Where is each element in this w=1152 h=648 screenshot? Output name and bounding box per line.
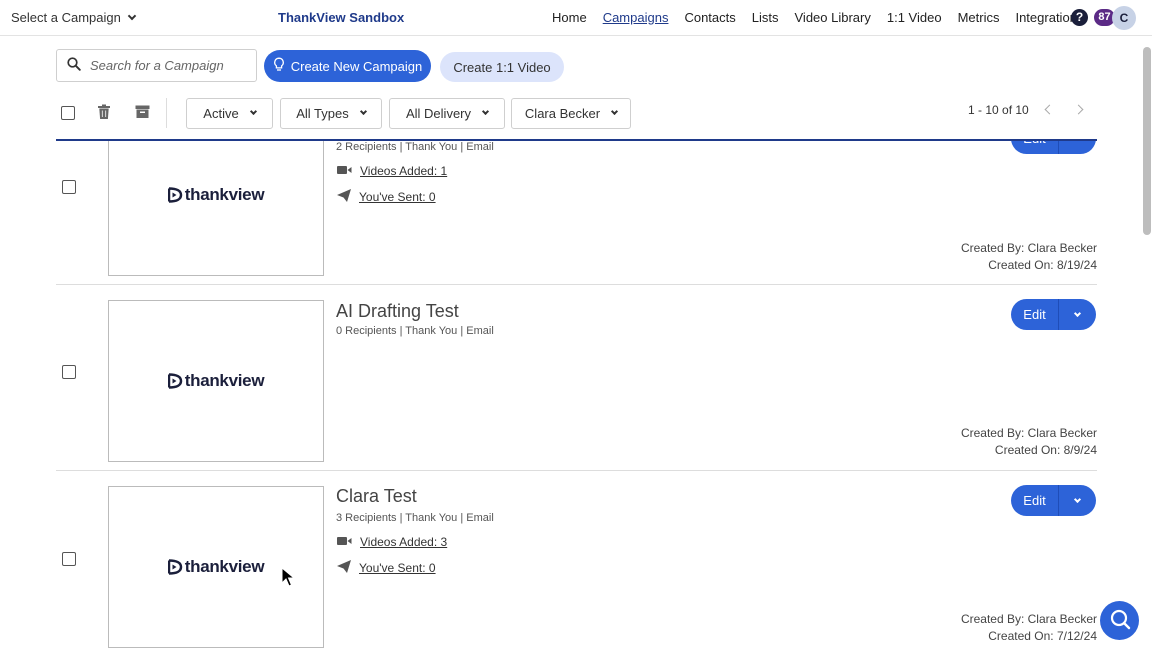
sent-stat: You've Sent: 0 xyxy=(337,189,436,205)
logo-text: thankview xyxy=(184,557,265,576)
top-navigation: Select a Campaign ThankView Sandbox Home… xyxy=(0,0,1152,36)
chevron-down-icon xyxy=(481,107,490,116)
nav-video-library[interactable]: Video Library xyxy=(795,10,871,25)
support-chat-button[interactable] xyxy=(1100,601,1139,640)
created-on: Created On: 7/12/24 xyxy=(988,629,1097,643)
nav-one-to-one-video[interactable]: 1:1 Video xyxy=(887,10,942,25)
edit-dropdown-button[interactable] xyxy=(1059,485,1096,516)
edit-dropdown-button[interactable] xyxy=(1059,141,1096,154)
search-field[interactable] xyxy=(56,49,257,82)
campaign-row: thankview AI Drafting Test 0 Recipients … xyxy=(56,285,1097,471)
pagination-count: 1 - 10 of 10 xyxy=(968,103,1029,117)
campaign-list: Edit thankview 2 Recipients | Thank You … xyxy=(56,141,1097,648)
created-by: Created By: Clara Becker xyxy=(960,241,1097,255)
created-by: Created By: Clara Becker xyxy=(960,612,1097,626)
owner-filter[interactable]: Clara Becker xyxy=(511,98,631,129)
created-info: Created By: Clara Becker Created On: 8/9… xyxy=(961,425,1097,459)
campaign-title[interactable]: AI Drafting Test xyxy=(336,301,459,322)
created-on: Created On: 8/19/24 xyxy=(988,258,1097,272)
campaign-thumbnail[interactable]: thankview xyxy=(108,141,324,276)
nav-metrics[interactable]: Metrics xyxy=(958,10,1000,25)
video-camera-icon xyxy=(337,164,352,178)
main-nav: Home Campaigns Contacts Lists Video Libr… xyxy=(552,10,1083,25)
mouse-cursor-icon xyxy=(281,566,296,590)
row-checkbox[interactable] xyxy=(62,552,76,566)
chat-search-icon xyxy=(1109,608,1131,633)
campaign-selector[interactable]: Select a Campaign xyxy=(11,10,137,25)
row-checkbox[interactable] xyxy=(62,365,76,379)
edit-dropdown-button[interactable] xyxy=(1059,299,1096,330)
thankview-logo: thankview xyxy=(167,371,265,391)
type-filter[interactable]: All Types xyxy=(280,98,382,129)
archive-icon[interactable] xyxy=(135,104,150,122)
chevron-down-icon xyxy=(249,107,257,116)
lightbulb-icon xyxy=(273,57,285,75)
edit-button-group: Edit xyxy=(1011,485,1096,516)
edit-button-group: Edit xyxy=(1011,141,1096,154)
edit-button[interactable]: Edit xyxy=(1011,299,1059,330)
created-info: Created By: Clara Becker Created On: 7/1… xyxy=(961,611,1097,645)
create-one-to-one-video-button[interactable]: Create 1:1 Video xyxy=(440,52,564,82)
videos-added-link[interactable]: Videos Added: 1 xyxy=(360,164,447,178)
create-campaign-label: Create New Campaign xyxy=(290,58,423,74)
page-scrollbar[interactable] xyxy=(1143,47,1151,235)
delivery-filter[interactable]: All Delivery xyxy=(389,98,505,129)
avatar[interactable]: C xyxy=(1112,6,1136,30)
created-by: Created By: Clara Becker xyxy=(960,426,1097,440)
nav-campaigns[interactable]: Campaigns xyxy=(603,10,669,25)
chevron-down-icon xyxy=(611,107,619,116)
sent-link[interactable]: You've Sent: 0 xyxy=(359,561,436,575)
thankview-logo: thankview xyxy=(167,557,265,577)
search-icon xyxy=(67,57,81,74)
sent-stat: You've Sent: 0 xyxy=(337,560,436,576)
video-camera-icon xyxy=(337,535,352,549)
type-filter-label: All Types xyxy=(296,106,349,121)
videos-added-link[interactable]: Videos Added: 3 xyxy=(360,535,447,549)
chevron-down-icon xyxy=(1073,495,1082,503)
owner-filter-label: Clara Becker xyxy=(524,106,601,121)
select-all-checkbox[interactable] xyxy=(61,106,75,120)
next-page-icon[interactable] xyxy=(1073,104,1084,115)
thankview-logo: thankview xyxy=(167,185,265,205)
paper-plane-icon xyxy=(337,560,351,576)
campaign-meta: 3 Recipients | Thank You | Email xyxy=(336,512,494,524)
brand-title[interactable]: ThankView Sandbox xyxy=(278,10,404,25)
sent-link[interactable]: You've Sent: 0 xyxy=(359,190,436,204)
delivery-filter-label: All Delivery xyxy=(405,106,471,121)
chevron-down-icon xyxy=(1073,309,1082,317)
edit-button[interactable]: Edit xyxy=(1011,141,1059,154)
nav-lists[interactable]: Lists xyxy=(752,10,779,25)
trash-icon[interactable] xyxy=(97,104,111,123)
chevron-down-icon xyxy=(359,107,367,116)
edit-button[interactable]: Edit xyxy=(1011,485,1059,516)
campaign-title[interactable]: Clara Test xyxy=(336,486,417,507)
created-info: Created By: Clara Becker Created On: 8/1… xyxy=(961,240,1097,274)
nav-home[interactable]: Home xyxy=(552,10,587,25)
campaign-row: thankview Clara Test 3 Recipients | Than… xyxy=(56,471,1097,648)
help-icon[interactable]: ? xyxy=(1071,9,1088,26)
search-input[interactable] xyxy=(90,58,240,73)
campaign-meta: 2 Recipients | Thank You | Email xyxy=(336,141,494,153)
logo-text: thankview xyxy=(184,185,265,204)
create-campaign-button[interactable]: Create New Campaign xyxy=(264,50,431,82)
campaign-thumbnail[interactable]: thankview xyxy=(108,300,324,462)
videos-added-stat: Videos Added: 3 xyxy=(337,535,447,549)
videos-added-stat: Videos Added: 1 xyxy=(337,164,447,178)
logo-text: thankview xyxy=(184,371,265,390)
paper-plane-icon xyxy=(337,189,351,205)
campaign-meta: 0 Recipients | Thank You | Email xyxy=(336,325,494,337)
row-checkbox[interactable] xyxy=(62,180,76,194)
campaign-row: Edit thankview 2 Recipients | Thank You … xyxy=(56,141,1097,285)
status-filter[interactable]: Active xyxy=(186,98,273,129)
chevron-down-icon xyxy=(127,11,137,20)
campaign-selector-label: Select a Campaign xyxy=(11,10,121,25)
toolbar-divider xyxy=(166,98,167,128)
created-on: Created On: 8/9/24 xyxy=(994,443,1097,457)
edit-button-group: Edit xyxy=(1011,299,1096,330)
previous-page-icon[interactable] xyxy=(1044,104,1055,115)
nav-contacts[interactable]: Contacts xyxy=(684,10,735,25)
status-filter-label: Active xyxy=(203,106,239,121)
